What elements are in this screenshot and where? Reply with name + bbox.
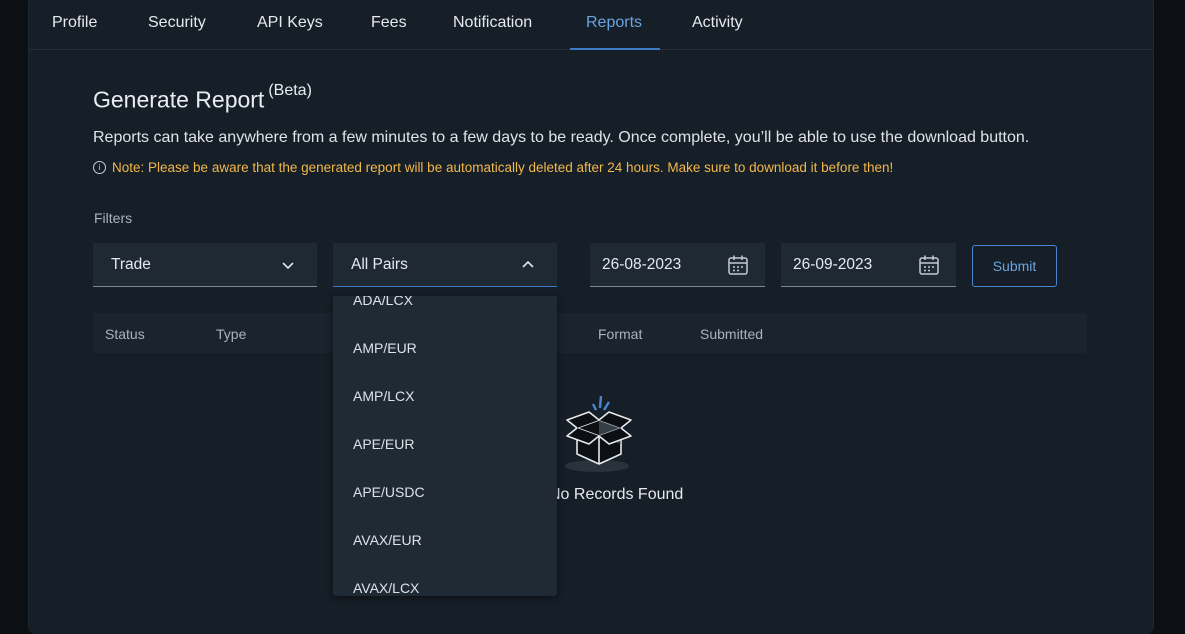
- tab-security[interactable]: Security: [148, 14, 206, 32]
- beta-tag: (Beta): [268, 82, 312, 99]
- report-type-select[interactable]: Trade: [93, 243, 317, 287]
- info-icon: i: [93, 161, 106, 174]
- tab-activity[interactable]: Activity: [692, 14, 743, 32]
- date-to-input[interactable]: 26-09-2023: [781, 243, 956, 287]
- column-type: Type: [216, 326, 247, 342]
- tab-profile[interactable]: Profile: [52, 14, 97, 32]
- calendar-icon[interactable]: [918, 254, 940, 281]
- chevron-down-icon: [281, 258, 295, 277]
- report-description: Reports can take anywhere from a few min…: [93, 129, 1030, 146]
- pair-select[interactable]: All Pairs: [333, 243, 557, 287]
- column-submitted: Submitted: [700, 326, 764, 342]
- reports-table-header: Status Type Format Submitted: [93, 313, 1087, 353]
- active-tab-indicator: [570, 48, 660, 50]
- chevron-up-icon: [521, 258, 535, 277]
- deletion-note-text: Note: Please be aware that the generated…: [112, 160, 894, 175]
- date-from-input[interactable]: 26-08-2023: [590, 243, 765, 287]
- dropdown-option[interactable]: AVAX/LCX: [353, 580, 419, 596]
- filters-label: Filters: [94, 210, 133, 226]
- report-type-value: Trade: [111, 256, 151, 273]
- page-title-text: Generate Report: [93, 86, 265, 113]
- submit-button[interactable]: Submit: [972, 245, 1057, 287]
- settings-panel: Profile Security API Keys Fees Notificat…: [28, 0, 1154, 634]
- column-status: Status: [105, 326, 145, 342]
- tab-notification[interactable]: Notification: [453, 14, 532, 32]
- dropdown-option[interactable]: AMP/LCX: [353, 388, 414, 404]
- dropdown-option[interactable]: AMP/EUR: [353, 340, 417, 356]
- page-title: Generate Report (Beta): [93, 82, 312, 114]
- empty-box-icon: [549, 390, 639, 485]
- dropdown-option[interactable]: ADA/LCX: [353, 296, 413, 308]
- date-to-value: 26-09-2023: [793, 256, 873, 273]
- empty-state-text: No Records Found: [549, 486, 684, 503]
- date-from-value: 26-08-2023: [602, 256, 682, 273]
- column-format: Format: [598, 326, 643, 342]
- calendar-icon[interactable]: [727, 254, 749, 281]
- pair-select-value: All Pairs: [351, 256, 408, 273]
- tab-reports[interactable]: Reports: [586, 14, 642, 32]
- dropdown-option[interactable]: APE/USDC: [353, 484, 425, 500]
- tab-bar: Profile Security API Keys Fees Notificat…: [29, 0, 1153, 50]
- pair-dropdown-menu: ADA/LCX AMP/EUR AMP/LCX APE/EUR APE/USDC…: [333, 296, 557, 596]
- tab-api-keys[interactable]: API Keys: [257, 14, 323, 32]
- tab-fees[interactable]: Fees: [371, 14, 407, 32]
- deletion-note: i Note: Please be aware that the generat…: [93, 160, 893, 175]
- dropdown-option[interactable]: APE/EUR: [353, 436, 414, 452]
- dropdown-option[interactable]: AVAX/EUR: [353, 532, 422, 548]
